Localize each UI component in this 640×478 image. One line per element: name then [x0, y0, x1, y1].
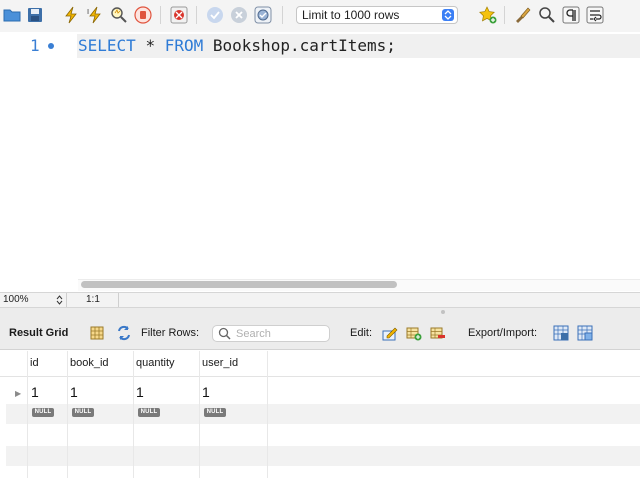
column-header-book-id[interactable]: book_id [70, 357, 109, 369]
null-badge-user-id[interactable]: NULL [204, 408, 226, 417]
chevron-updown-icon [442, 9, 454, 21]
statement-marker-dot-icon [48, 43, 54, 49]
svg-text:I: I [87, 8, 89, 16]
rollback-x-icon[interactable] [229, 5, 249, 25]
zoom-select[interactable]: 100% [0, 293, 67, 307]
horizontal-scrollbar-thumb[interactable] [81, 281, 397, 288]
column-header-quantity[interactable]: quantity [136, 357, 175, 369]
column-divider [267, 351, 268, 478]
export-grid-icon[interactable] [552, 324, 570, 342]
null-badge-book-id[interactable]: NULL [72, 408, 94, 417]
row-limit-value: Limit to 1000 rows [302, 8, 400, 22]
find-magnifier-icon[interactable] [537, 5, 557, 25]
sql-editor[interactable]: 1 SELECT * FROM Bookshop.cartItems; [0, 32, 640, 292]
result-grid-title: Result Grid [9, 327, 69, 339]
edit-row-pencil-icon[interactable] [381, 324, 399, 342]
import-grid-icon[interactable] [576, 324, 594, 342]
mysql-workbench-query-tab: I Limit to 1000 rows 1 SELECT * FROM Boo… [0, 0, 640, 478]
search-icon [218, 327, 231, 343]
beautify-brush-icon[interactable] [513, 5, 533, 25]
filter-rows-search[interactable] [212, 325, 330, 342]
sql-table-reference: Bookshop.cartItems; [212, 36, 396, 55]
null-badge-quantity[interactable]: NULL [138, 408, 160, 417]
export-import-label: Export/Import: [468, 327, 538, 339]
grid-row-stripe [6, 404, 640, 424]
sql-statement[interactable]: SELECT * FROM Bookshop.cartItems; [78, 36, 396, 55]
column-header-user-id[interactable]: user_id [202, 357, 238, 369]
grid-cell-id[interactable]: 1 [31, 384, 39, 400]
line-number: 1 [30, 36, 40, 55]
filter-rows-label: Filter Rows: [141, 327, 200, 339]
grid-layout-icon[interactable] [88, 324, 106, 342]
execute-lightning-icon[interactable] [61, 5, 81, 25]
column-divider [67, 351, 68, 478]
autocommit-toggle-icon[interactable] [253, 5, 273, 25]
save-file-icon[interactable] [25, 5, 45, 25]
edit-label: Edit: [350, 327, 373, 339]
toolbar-separator [504, 6, 505, 24]
add-snippet-star-icon[interactable] [478, 5, 498, 25]
explain-magnifier-icon[interactable] [109, 5, 129, 25]
toolbar-separator [282, 6, 283, 24]
toolbar-separator [160, 6, 161, 24]
chevron-updown-icon [56, 295, 63, 308]
invisible-chars-pilcrow-icon[interactable] [561, 5, 581, 25]
column-divider [27, 351, 28, 478]
refresh-arrows-icon[interactable] [115, 324, 133, 342]
insert-row-icon[interactable] [405, 324, 423, 342]
grid-cell-book-id[interactable]: 1 [70, 384, 78, 400]
row-limit-select[interactable]: Limit to 1000 rows [296, 6, 458, 24]
panel-splitter[interactable] [0, 308, 640, 316]
search-input[interactable] [236, 327, 326, 340]
sql-keyword-from: FROM [164, 36, 204, 55]
commit-check-icon[interactable] [205, 5, 225, 25]
null-badge-id[interactable]: NULL [32, 408, 54, 417]
grid-cell-user-id[interactable]: 1 [202, 384, 210, 400]
result-grid[interactable]: id book_id quantity user_id ▶ 1 1 1 1 NU… [0, 351, 640, 478]
sql-keyword-select: SELECT [78, 36, 136, 55]
execute-current-statement-icon[interactable]: I [85, 5, 105, 25]
zoom-value: 100% [3, 294, 29, 305]
cursor-position: 1:1 [68, 293, 119, 307]
result-grid-toolbar: Result Grid Filter Rows: Edit: Export/Im… [0, 316, 640, 350]
sql-star: * [145, 36, 156, 55]
stop-hand-icon[interactable] [133, 5, 153, 25]
open-file-icon[interactable] [2, 5, 22, 25]
cursor-position-value: 1:1 [86, 294, 100, 305]
delete-row-icon[interactable] [429, 324, 447, 342]
grid-row-stripe [6, 446, 640, 466]
toolbar-separator [196, 6, 197, 24]
query-toolbar: I Limit to 1000 rows [0, 0, 640, 32]
column-header-id[interactable]: id [30, 357, 39, 369]
editor-status-bar: 100% 1:1 [0, 292, 640, 308]
word-wrap-icon[interactable] [585, 5, 605, 25]
stop-on-error-icon[interactable] [169, 5, 189, 25]
column-divider [133, 351, 134, 478]
splitter-handle-icon [441, 310, 445, 314]
column-divider [199, 351, 200, 478]
grid-cell-quantity[interactable]: 1 [136, 384, 144, 400]
line-number-gutter: 1 [0, 32, 76, 292]
current-row-arrow-icon: ▶ [15, 389, 22, 398]
